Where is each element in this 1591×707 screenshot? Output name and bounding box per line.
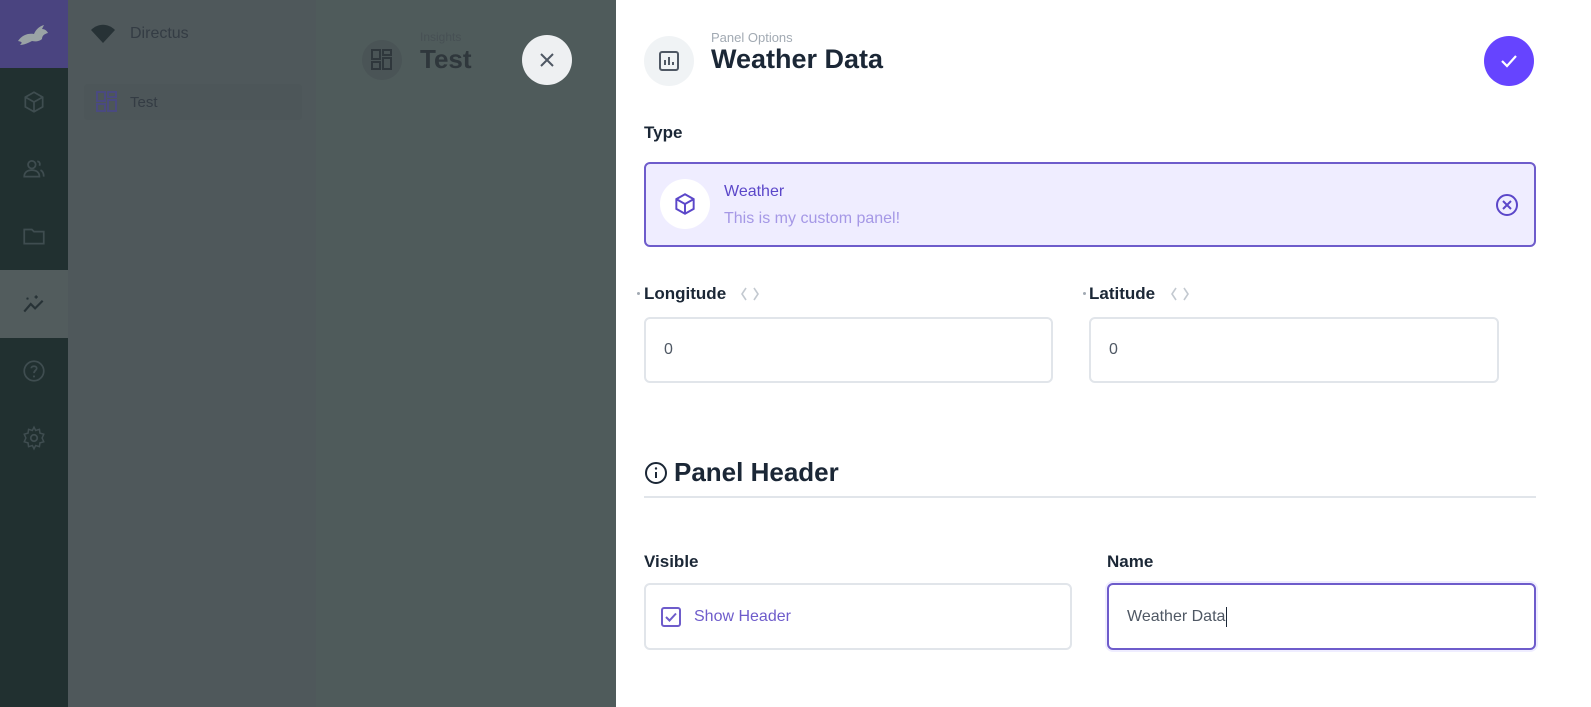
module-bar bbox=[0, 0, 68, 707]
text-cursor bbox=[1226, 606, 1228, 627]
save-button[interactable] bbox=[1484, 36, 1534, 86]
nav-item-label: Test bbox=[130, 93, 158, 111]
required-indicator bbox=[1083, 292, 1086, 295]
name-label: Name bbox=[1107, 552, 1154, 571]
bar-chart-icon bbox=[659, 51, 679, 71]
longitude-input[interactable]: 0 bbox=[644, 317, 1053, 383]
required-indicator bbox=[637, 292, 640, 295]
panel-options-drawer: Panel Options Weather Data Type Weather … bbox=[616, 0, 1591, 707]
module-content[interactable] bbox=[0, 68, 68, 136]
clear-type-button[interactable] bbox=[1494, 192, 1520, 218]
module-files[interactable] bbox=[0, 202, 68, 270]
close-icon bbox=[540, 53, 554, 67]
project-name: Directus bbox=[130, 25, 189, 42]
wifi-icon bbox=[91, 24, 115, 43]
header-icon bbox=[362, 40, 402, 80]
info-icon bbox=[645, 461, 667, 484]
check-icon bbox=[1501, 55, 1517, 68]
panel-name-input[interactable]: Weather Data bbox=[1107, 583, 1536, 650]
folder-icon bbox=[23, 228, 45, 245]
panel-name-value: Weather Data bbox=[1127, 607, 1226, 625]
dashboard-icon bbox=[96, 91, 117, 112]
insights-icon bbox=[23, 295, 44, 313]
rabbit-logo-icon bbox=[18, 25, 48, 45]
module-settings[interactable] bbox=[0, 404, 68, 472]
drawer-breadcrumb: Panel Options bbox=[711, 30, 793, 45]
raw-value-icon[interactable] bbox=[740, 286, 760, 302]
raw-value-icon[interactable] bbox=[1170, 286, 1190, 302]
drawer-header-icon bbox=[644, 36, 694, 86]
panel-header-section-title: Panel Header bbox=[644, 457, 839, 488]
type-name: Weather bbox=[724, 183, 785, 200]
module-help[interactable] bbox=[0, 337, 68, 405]
nav-item-test[interactable]: Test bbox=[84, 84, 302, 120]
cube-icon bbox=[675, 193, 695, 215]
section-title-text: Panel Header bbox=[674, 457, 839, 487]
navigation-pane: Directus Test bbox=[68, 0, 316, 707]
main-content-dimmed bbox=[316, 0, 616, 707]
type-description: This is my custom panel! bbox=[724, 210, 901, 227]
latitude-label: Latitude bbox=[1089, 284, 1156, 303]
type-icon bbox=[660, 179, 710, 229]
users-icon bbox=[23, 160, 45, 178]
help-icon bbox=[23, 360, 45, 382]
close-circle-icon bbox=[1496, 194, 1518, 216]
gear-icon bbox=[23, 425, 45, 451]
visible-label: Visible bbox=[644, 552, 699, 571]
dashboard-icon bbox=[371, 49, 392, 70]
cube-icon bbox=[24, 91, 44, 113]
directus-logo[interactable] bbox=[0, 0, 68, 68]
background-app: Directus Test Insights Test bbox=[0, 0, 616, 707]
module-insights[interactable] bbox=[0, 270, 68, 338]
header-title: Test bbox=[420, 44, 472, 74]
module-users[interactable] bbox=[0, 135, 68, 203]
project-title[interactable]: Directus bbox=[90, 22, 189, 46]
panel-type-selector[interactable]: Weather This is my custom panel! bbox=[644, 162, 1536, 247]
close-drawer-button[interactable] bbox=[522, 35, 572, 85]
section-divider bbox=[644, 496, 1536, 498]
longitude-value: 0 bbox=[664, 341, 673, 358]
latitude-input[interactable]: 0 bbox=[1089, 317, 1499, 383]
header-breadcrumb[interactable]: Insights bbox=[420, 30, 461, 44]
checkbox-label: Show Header bbox=[694, 607, 791, 625]
longitude-label: Longitude bbox=[644, 284, 727, 303]
latitude-value: 0 bbox=[1109, 341, 1118, 358]
drawer-title: Weather Data bbox=[711, 44, 884, 74]
show-header-checkbox[interactable]: Show Header bbox=[644, 583, 1072, 650]
type-label: Type bbox=[644, 123, 683, 142]
checkbox-checked-icon bbox=[661, 606, 681, 627]
